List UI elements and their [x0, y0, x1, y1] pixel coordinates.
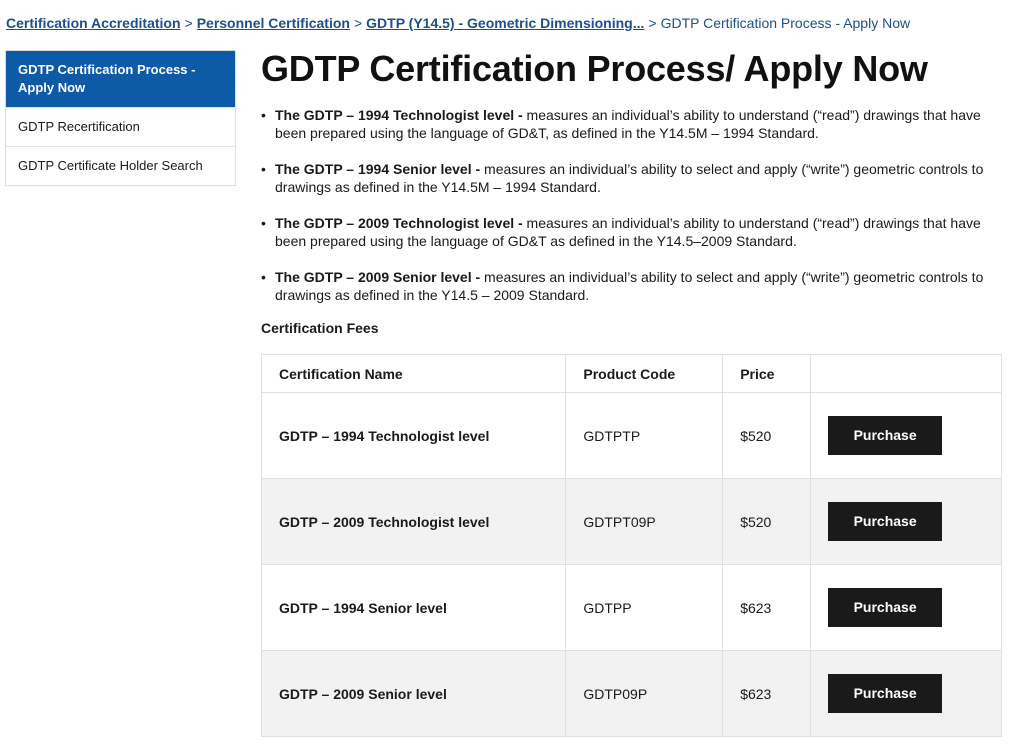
level-lead: The GDTP – 2009 Technologist level -	[275, 215, 523, 231]
breadcrumb-current: GDTP Certification Process - Apply Now	[660, 15, 911, 31]
cell-certification-name: GDTP – 1994 Senior level	[260, 564, 567, 651]
sidebar-item-certification-process[interactable]: GDTP Certification Process - Apply Now	[6, 51, 235, 107]
list-item: The GDTP – 1994 Technologist level - mea…	[261, 106, 1002, 142]
fees-heading: Certification Fees	[261, 320, 379, 336]
purchase-button[interactable]: Purchase	[828, 502, 943, 541]
table-row: GDTP – 1994 Technologist level GDTPTP $5…	[260, 392, 1002, 479]
purchase-button[interactable]: Purchase	[828, 588, 943, 627]
certification-levels-list: The GDTP – 1994 Technologist level - mea…	[261, 106, 1002, 304]
cell-action: Purchase	[810, 564, 1002, 651]
level-lead: The GDTP – 1994 Technologist level -	[275, 107, 523, 123]
breadcrumb-link-gdtp[interactable]: GDTP (Y14.5) - Geometric Dimensioning...	[366, 15, 644, 31]
cell-price: $520	[722, 392, 812, 479]
breadcrumb-separator: >	[184, 15, 193, 31]
breadcrumb: Certification Accreditation > Personnel Ce…	[6, 15, 910, 31]
level-lead: The GDTP – 2009 Senior level -	[275, 269, 481, 285]
cell-action: Purchase	[810, 650, 1002, 737]
breadcrumb-link-certification-accreditation[interactable]: Certification Accreditation	[6, 15, 181, 31]
cell-product-code: GDTP09P	[565, 650, 724, 737]
column-header-price: Price	[722, 354, 812, 393]
table-header-row: Certification Name Product Code Price	[260, 354, 1002, 393]
sidebar-item-recertification[interactable]: GDTP Recertification	[6, 107, 235, 146]
table-row: GDTP – 1994 Senior level GDTPP $623 Purc…	[260, 564, 1002, 651]
cell-product-code: GDTPP	[565, 564, 724, 651]
main-content: GDTP Certification Process/ Apply Now Th…	[260, 46, 1002, 737]
cell-product-code: GDTPTP	[565, 392, 724, 479]
cell-action: Purchase	[810, 478, 1002, 565]
fees-table: Certification Name Product Code Price GD…	[260, 354, 1002, 737]
breadcrumb-separator: >	[353, 15, 363, 31]
list-item: The GDTP – 2009 Technologist level - mea…	[261, 214, 1002, 250]
cell-action: Purchase	[810, 392, 1002, 479]
level-lead: The GDTP – 1994 Senior level -	[275, 161, 481, 177]
cell-certification-name: GDTP – 2009 Senior level	[260, 650, 567, 737]
purchase-button[interactable]: Purchase	[828, 674, 943, 713]
table-row: GDTP – 2009 Technologist level GDTPT09P …	[260, 478, 1002, 565]
column-header-action	[810, 354, 1002, 393]
sidebar-item-certificate-holder-search[interactable]: GDTP Certificate Holder Search	[6, 146, 235, 185]
table-row: GDTP – 2009 Senior level GDTP09P $623 Pu…	[260, 650, 1002, 737]
breadcrumb-separator: >	[648, 15, 657, 31]
column-header-code: Product Code	[565, 354, 724, 393]
cell-certification-name: GDTP – 2009 Technologist level	[260, 478, 567, 565]
page-title: GDTP Certification Process/ Apply Now	[261, 48, 928, 89]
cell-price: $623	[722, 650, 812, 737]
cell-price: $520	[722, 478, 812, 565]
cell-product-code: GDTPT09P	[565, 478, 724, 565]
cell-certification-name: GDTP – 1994 Technologist level	[260, 392, 567, 479]
list-item: The GDTP – 1994 Senior level - measures …	[261, 160, 1002, 196]
column-header-name: Certification Name	[260, 354, 567, 393]
sidebar-nav: GDTP Certification Process - Apply Now G…	[5, 50, 236, 186]
breadcrumb-link-personnel-certification[interactable]: Personnel Certification	[197, 15, 350, 31]
purchase-button[interactable]: Purchase	[828, 416, 943, 455]
cell-price: $623	[722, 564, 812, 651]
list-item: The GDTP – 2009 Senior level - measures …	[261, 268, 1002, 304]
